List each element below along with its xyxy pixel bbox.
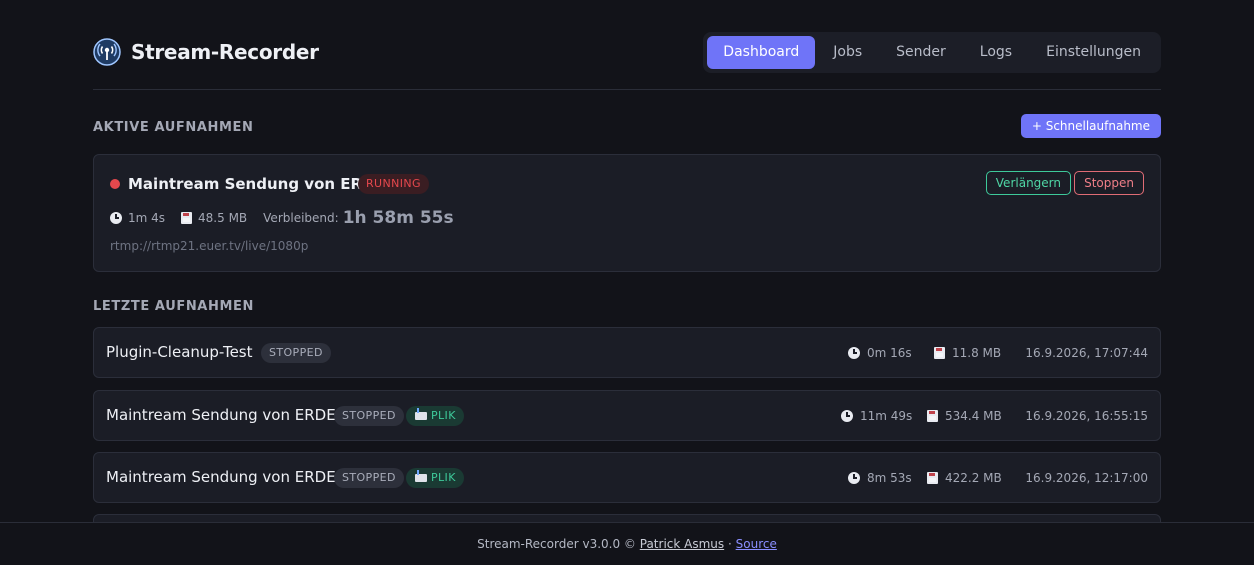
recording-date: 16.9.2026, 17:07:44 — [1025, 346, 1148, 360]
recording-date: 16.9.2026, 12:17:00 — [1025, 471, 1148, 485]
broadcast-icon — [93, 38, 121, 66]
upload-icon — [415, 408, 427, 420]
plik-badge[interactable]: PLIK — [406, 468, 464, 488]
clock-icon — [841, 410, 853, 422]
active-recording-title: Maintream Sendung von ERDE — [128, 175, 385, 193]
app-container: Stream-Recorder Dashboard Jobs Sender Lo… — [93, 0, 1161, 565]
plik-badge[interactable]: PLIK — [406, 406, 464, 426]
size-value: 422.2 MB — [945, 471, 1002, 485]
status-badge: STOPPED — [334, 468, 404, 488]
duration-value: 11m 49s — [860, 409, 913, 423]
floppy-disk-icon — [934, 347, 945, 359]
nav-dashboard[interactable]: Dashboard — [707, 36, 816, 69]
duration: 0m 16s — [848, 346, 912, 360]
floppy-disk-icon — [927, 410, 938, 422]
status-badge: RUNNING — [358, 174, 429, 194]
status-badge: STOPPED — [261, 343, 331, 363]
recording-name: Maintream Sendung von ERDE — [106, 468, 336, 486]
duration-value: 8m 53s — [867, 471, 912, 485]
active-section-title: AKTIVE AUFNAHMEN — [93, 120, 254, 135]
floppy-disk-icon — [927, 472, 938, 484]
recording-name: Maintream Sendung von ERDE — [106, 406, 336, 424]
list-item[interactable]: Plugin-Cleanup-Test STOPPED 0m 16s 11.8 … — [93, 327, 1161, 378]
size: 534.4 MB — [927, 409, 1002, 423]
list-item[interactable]: Maintream Sendung von ERDE STOPPED PLIK … — [93, 452, 1161, 503]
clock-icon — [848, 472, 860, 484]
list-item[interactable]: Maintream Sendung von ERDE STOPPED PLIK … — [93, 390, 1161, 441]
size: 48.5 MB — [181, 211, 247, 225]
recording-name: Plugin-Cleanup-Test — [106, 343, 253, 361]
size: 11.8 MB — [934, 346, 1001, 360]
clock-icon — [848, 347, 860, 359]
remaining-label: Verbleibend: — [263, 211, 339, 225]
stream-url: rtmp://rtmp21.euer.tv/live/1080p — [110, 239, 309, 253]
floppy-disk-icon — [181, 212, 193, 224]
nav-jobs[interactable]: Jobs — [817, 36, 878, 69]
remaining-value: 1h 58m 55s — [342, 208, 454, 228]
upload-icon — [415, 470, 427, 482]
brand[interactable]: Stream-Recorder — [93, 38, 319, 66]
nav-sender[interactable]: Sender — [880, 36, 962, 69]
nav-einstellungen[interactable]: Einstellungen — [1030, 36, 1157, 69]
extend-button[interactable]: Verlängern — [985, 171, 1071, 195]
author-link[interactable]: Patrick Asmus — [640, 537, 724, 551]
size-value: 48.5 MB — [198, 211, 248, 225]
footer-text: Stream-Recorder v3.0.0 © — [477, 537, 636, 551]
status-badge: STOPPED — [334, 406, 404, 426]
size-value: 11.8 MB — [952, 346, 1002, 360]
duration: 11m 49s — [841, 409, 912, 423]
app-title: Stream-Recorder — [131, 40, 319, 64]
footer-separator: · — [727, 537, 732, 551]
size: 422.2 MB — [927, 471, 1002, 485]
header: Stream-Recorder Dashboard Jobs Sender Lo… — [93, 0, 1161, 90]
size-value: 534.4 MB — [945, 409, 1002, 423]
main-nav: Dashboard Jobs Sender Logs Einstellungen — [703, 32, 1161, 73]
active-recording-card: Maintream Sendung von ERDE RUNNING Verlä… — [93, 154, 1161, 272]
footer: Stream-Recorder v3.0.0 © Patrick Asmus ·… — [0, 522, 1254, 565]
clock-icon — [110, 212, 122, 224]
quick-record-button[interactable]: + Schnellaufnahme — [1020, 114, 1161, 138]
plik-label: PLIK — [431, 471, 456, 484]
plik-label: PLIK — [431, 409, 456, 422]
duration-value: 0m 16s — [867, 346, 912, 360]
recording-date: 16.9.2026, 16:55:15 — [1025, 409, 1148, 423]
source-link[interactable]: Source — [736, 537, 777, 551]
recent-section-title: LETZTE AUFNAHMEN — [93, 299, 254, 314]
duration: 1m 4s — [110, 211, 165, 225]
remaining: Verbleibend: 1h 58m 55s — [263, 208, 453, 228]
duration-value: 1m 4s — [128, 211, 166, 225]
active-recording-meta: 1m 4s 48.5 MB Verbleibend: 1h 58m 55s — [110, 208, 470, 228]
nav-logs[interactable]: Logs — [964, 36, 1028, 69]
duration: 8m 53s — [848, 471, 912, 485]
stop-button[interactable]: Stoppen — [1074, 171, 1144, 195]
recording-dot-icon — [110, 179, 120, 189]
